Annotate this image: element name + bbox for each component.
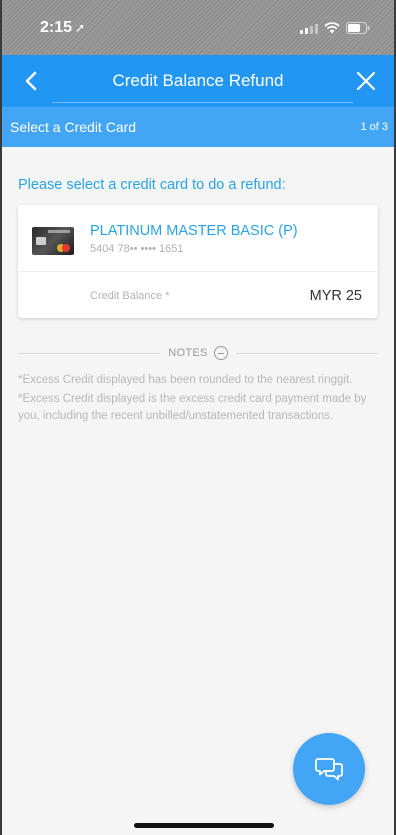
title-divider bbox=[52, 102, 354, 103]
main-content: Please select a credit card to do a refu… bbox=[2, 177, 394, 425]
close-icon bbox=[356, 71, 376, 91]
step-title: Select a Credit Card bbox=[10, 119, 137, 135]
status-time: 2:15 bbox=[40, 18, 73, 36]
chat-icon bbox=[315, 758, 343, 781]
status-bar: 2:15 ➚ bbox=[2, 0, 394, 55]
app-screen: 2:15 ➚ Credit Balance Refund Select a Cre… bbox=[0, 0, 396, 835]
credit-card-thumbnail bbox=[32, 227, 74, 255]
card-number: 5404 78•• •••• 1651 bbox=[90, 243, 184, 255]
credit-balance-label: Credit Balance * bbox=[90, 290, 170, 302]
credit-balance-value: MYR 25 bbox=[309, 288, 362, 304]
notes-header: NOTES bbox=[18, 346, 378, 360]
home-indicator bbox=[134, 823, 274, 828]
wifi-icon bbox=[324, 21, 340, 34]
step-bar: Select a Credit Card 1 of 3 bbox=[2, 107, 394, 147]
notes-label: NOTES bbox=[168, 347, 208, 359]
collapse-notes-icon[interactable] bbox=[213, 346, 228, 360]
select-card-prompt: Please select a credit card to do a refu… bbox=[18, 177, 286, 193]
divider bbox=[18, 352, 161, 354]
note-item: *Excess Credit displayed is the excess c… bbox=[18, 393, 367, 422]
chat-button[interactable] bbox=[293, 733, 365, 805]
step-counter: 1 of 3 bbox=[360, 121, 388, 133]
card-name: PLATINUM MASTER BASIC (P) bbox=[90, 223, 298, 239]
notes-body: *Excess Credit displayed has been rounde… bbox=[18, 372, 378, 425]
location-icon: ➚ bbox=[75, 20, 86, 35]
battery-icon bbox=[346, 21, 370, 34]
close-button[interactable] bbox=[354, 69, 378, 93]
nav-bar: Credit Balance Refund bbox=[2, 55, 394, 107]
credit-card-item[interactable]: PLATINUM MASTER BASIC (P) 5404 78•• ••••… bbox=[18, 205, 378, 318]
page-title: Credit Balance Refund bbox=[112, 71, 284, 90]
signal-icon bbox=[300, 22, 318, 34]
divider bbox=[235, 352, 378, 354]
note-item: *Excess Credit displayed has been rounde… bbox=[18, 374, 353, 386]
back-button[interactable] bbox=[20, 69, 44, 93]
chevron-left-icon bbox=[25, 71, 37, 91]
